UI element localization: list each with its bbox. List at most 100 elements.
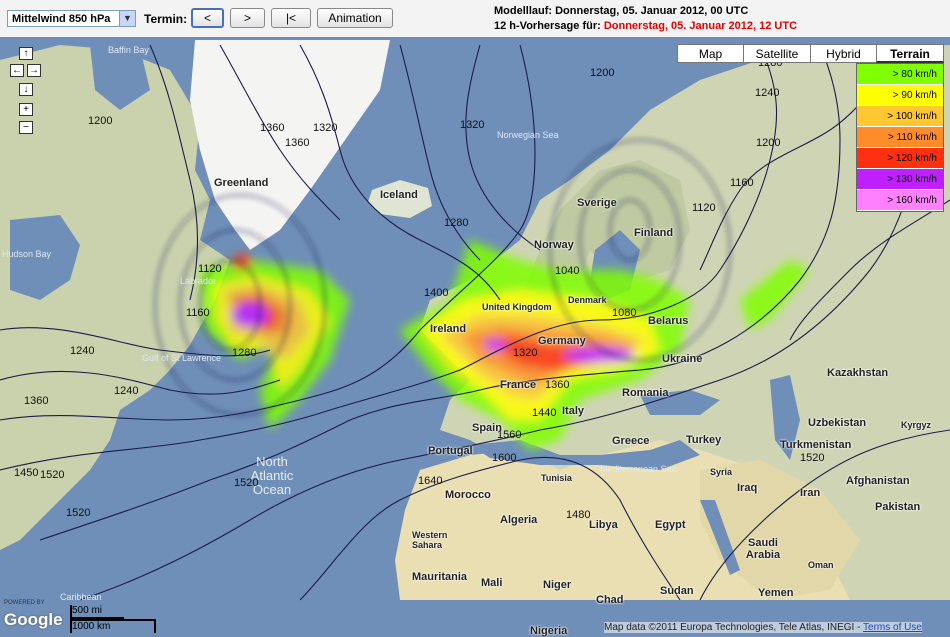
label-labrador: Labrador — [180, 276, 217, 286]
scale-miles-label: 500 mi — [72, 605, 103, 616]
legend-row: > 130 km/h — [857, 169, 943, 190]
isobar-label: 1480 — [566, 509, 591, 521]
isobar-label: 1440 — [532, 407, 557, 419]
label-kazakhstan: Kazakhstan — [827, 367, 889, 379]
isobar-label: 1560 — [497, 429, 522, 441]
label-belarus: Belarus — [648, 315, 689, 327]
label-libya: Libya — [589, 519, 618, 531]
pan-down-icon[interactable]: ↓ — [19, 83, 33, 96]
isobar-label: 1520 — [40, 469, 65, 481]
isobar-label: 1600 — [492, 452, 517, 464]
termin-label: Termin: — [144, 12, 188, 26]
label-north-atlantic: North Atlantic Ocean — [250, 454, 294, 497]
legend-row: > 80 km/h — [857, 64, 943, 85]
label-mauritania: Mauritania — [412, 571, 468, 583]
legend-row: > 110 km/h — [857, 127, 943, 148]
label-niger: Niger — [543, 579, 572, 591]
isobar-label: 1120 — [198, 263, 222, 275]
map-type-hybrid[interactable]: Hybrid — [810, 44, 877, 63]
label-turkmenistan: Turkmenistan — [780, 439, 852, 451]
label-greenland: Greenland — [214, 177, 269, 189]
parameter-select-value: Mittelwind 850 hPa — [12, 13, 111, 25]
label-uzbekistan: Uzbekistan — [808, 417, 867, 429]
label-algeria: Algeria — [500, 514, 538, 526]
label-caribbean: Caribbean — [60, 592, 102, 602]
isobar-label: 1200 — [88, 115, 113, 127]
isobar-label: 1200 — [590, 67, 615, 79]
label-mali: Mali — [481, 577, 503, 589]
isobar-label: 1400 — [424, 287, 449, 299]
isobar-label: 1080 — [612, 307, 637, 319]
isobar-label: 1450 — [14, 467, 39, 479]
label-portugal: Portugal — [428, 445, 473, 457]
first-button[interactable]: |< — [271, 8, 311, 28]
forecast-line: 12 h-Vorhersage für: Donnerstag, 05. Jan… — [494, 19, 797, 34]
scale-km-label: 1000 km — [72, 621, 111, 632]
label-chad: Chad — [596, 594, 624, 606]
isobar-label: 1120 — [692, 202, 716, 214]
weather-map[interactable]: Greenland Iceland Baffin Bay Hudson Bay … — [0, 37, 950, 637]
label-ukraine: Ukraine — [662, 353, 703, 365]
legend-row: > 120 km/h — [857, 148, 943, 169]
label-norwegian: Norwegian Sea — [497, 130, 559, 140]
map-type-satellite[interactable]: Satellite — [743, 44, 811, 63]
legend-row: > 90 km/h — [857, 85, 943, 106]
label-norway: Norway — [534, 239, 574, 251]
isobar-label: 1160 — [186, 307, 210, 319]
label-iran: Iran — [800, 487, 821, 499]
isobar-label: 1320 — [313, 122, 338, 134]
pan-right-icon[interactable]: → — [27, 64, 41, 77]
label-sverige: Sverige — [577, 197, 617, 209]
parameter-select[interactable]: Mittelwind 850 hPa ▼ — [7, 10, 136, 27]
label-hudson: Hudson Bay — [2, 249, 52, 259]
previous-button[interactable]: < — [191, 8, 224, 28]
isobar-label: 1320 — [513, 347, 538, 359]
isobar-label: 1240 — [755, 87, 780, 99]
isobar-label: 1040 — [555, 265, 580, 277]
isobar-label: 1360 — [545, 379, 570, 391]
label-turkey: Turkey — [686, 434, 722, 446]
isobar-label: 1520 — [800, 452, 825, 464]
label-uk: United Kingdom — [482, 302, 552, 312]
label-finland: Finland — [634, 227, 674, 239]
label-italy: Italy — [562, 405, 585, 417]
isobar-label: 1280 — [444, 217, 469, 229]
map-type-terrain[interactable]: Terrain — [876, 44, 944, 63]
zoom-out-icon[interactable]: − — [19, 121, 33, 134]
label-greece: Greece — [612, 435, 650, 447]
label-yemen: Yemen — [758, 587, 794, 599]
animation-button[interactable]: Animation — [317, 8, 393, 28]
toolbar: Mittelwind 850 hPa ▼ Termin: < > |< Anim… — [0, 0, 950, 38]
isobar-label: 1640 — [418, 475, 443, 487]
label-oman: Oman — [808, 560, 834, 570]
label-germany: Germany — [538, 335, 586, 347]
next-button[interactable]: > — [230, 8, 265, 28]
isobar-label: 1320 — [460, 119, 485, 131]
pan-left-icon[interactable]: ← — [10, 64, 24, 77]
google-logo[interactable]: Google — [4, 610, 63, 630]
isobar-label: 1520 — [66, 507, 91, 519]
isobar-label: 1360 — [260, 122, 285, 134]
label-nigeria: Nigeria — [530, 625, 568, 637]
label-egypt: Egypt — [655, 519, 686, 531]
scale-miles: 500 mi — [70, 605, 124, 619]
label-iceland: Iceland — [380, 189, 418, 201]
isobar-label: 1240 — [114, 385, 139, 397]
pan-up-icon[interactable]: ↑ — [19, 47, 33, 60]
zoom-in-icon[interactable]: + — [19, 103, 33, 116]
label-denmark: Denmark — [568, 295, 607, 305]
legend-row: > 160 km/h — [857, 190, 943, 211]
label-tunisia: Tunisia — [541, 473, 572, 483]
label-kyrgyz: Kyrgyz — [901, 420, 932, 430]
scale-km: 1000 km — [70, 619, 156, 633]
map-type-map[interactable]: Map — [677, 44, 744, 63]
label-gulf: Gulf of St Lawrence — [142, 353, 222, 363]
powered-by: POWERED BY — [4, 600, 45, 606]
chevron-down-icon[interactable]: ▼ — [119, 11, 135, 26]
terms-link[interactable]: Terms of Use — [863, 622, 922, 633]
label-sudan: Sudan — [660, 585, 694, 597]
run-info: Modelllauf: Donnerstag, 05. Januar 2012,… — [494, 4, 797, 34]
label-france: France — [500, 379, 537, 391]
label-iraq: Iraq — [737, 482, 758, 494]
isobar-label: 1520 — [234, 477, 259, 489]
